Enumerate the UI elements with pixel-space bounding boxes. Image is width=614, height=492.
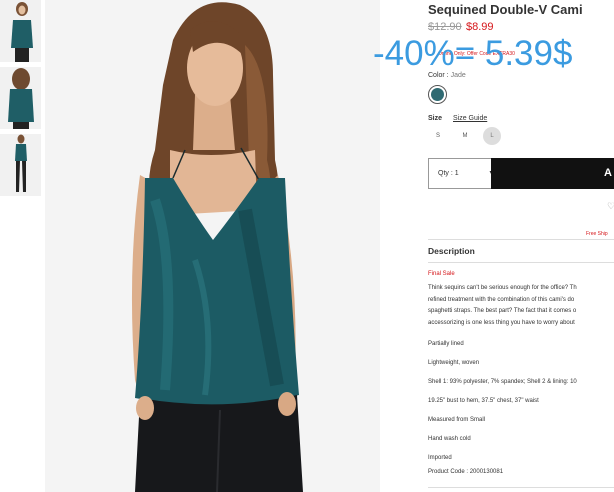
description-line: spaghetti straps. The best part? The fac… bbox=[428, 308, 577, 314]
product-title: Sequined Double-V Cami bbox=[428, 2, 583, 17]
detail-item: Shell 1: 93% polyester, 7% spandex; Shel… bbox=[428, 379, 577, 385]
detail-item: 19.25" bust to hem, 37.5" chest, 37" wai… bbox=[428, 398, 539, 404]
sale-price: $8.99 bbox=[466, 21, 494, 33]
quantity-value: Qty : 1 bbox=[438, 170, 459, 177]
size-option-m[interactable]: M bbox=[456, 127, 474, 145]
size-option-l[interactable]: L bbox=[483, 127, 501, 145]
main-product-image bbox=[45, 0, 380, 492]
description-line: accessorizing is one less thing you have… bbox=[428, 319, 575, 326]
detail-item: Partially lined bbox=[428, 341, 464, 347]
detail-item: Hand wash cold bbox=[428, 436, 471, 442]
free-shipping-text: Free Ship bbox=[586, 231, 608, 237]
size-label: Size bbox=[428, 115, 443, 122]
description-line: refined treatment with the combination o… bbox=[428, 296, 575, 303]
swatch-fill bbox=[431, 88, 444, 101]
description-text: Think sequins can't be serious enough fo… bbox=[428, 283, 614, 329]
product-code: Product Code : 2000130081 bbox=[428, 469, 504, 475]
discount-overlay-text: -40%= 5.39$ bbox=[373, 34, 573, 73]
thumbnail-back[interactable] bbox=[0, 67, 41, 129]
description-line: Think sequins can't be serious enough fo… bbox=[428, 285, 577, 291]
final-sale-label: Final Sale bbox=[428, 271, 455, 277]
thumbnail-full[interactable] bbox=[0, 134, 41, 196]
thumbnail-front[interactable] bbox=[0, 0, 41, 62]
size-guide-link[interactable]: Size Guide bbox=[453, 115, 487, 122]
color-label: Color : Jade bbox=[428, 72, 466, 79]
description-heading: Description bbox=[428, 246, 475, 256]
original-price: $12.90 bbox=[428, 21, 462, 33]
color-swatch-jade[interactable] bbox=[428, 85, 447, 104]
divider bbox=[428, 239, 614, 240]
heart-icon[interactable]: ♡ bbox=[607, 201, 614, 212]
detail-item: Measured from Small bbox=[428, 417, 486, 423]
color-label-text: Color : bbox=[428, 72, 449, 79]
product-page: Sequined Double-V Cami $12.90 $8.99 Onli… bbox=[0, 0, 614, 492]
add-to-bag-button[interactable]: A bbox=[491, 158, 614, 189]
divider bbox=[428, 262, 614, 263]
divider bbox=[428, 487, 614, 488]
color-value: Jade bbox=[450, 72, 466, 79]
size-option-s[interactable]: S bbox=[429, 127, 447, 145]
detail-item: Imported bbox=[428, 455, 452, 461]
detail-item: Lightweight, woven bbox=[428, 360, 480, 366]
